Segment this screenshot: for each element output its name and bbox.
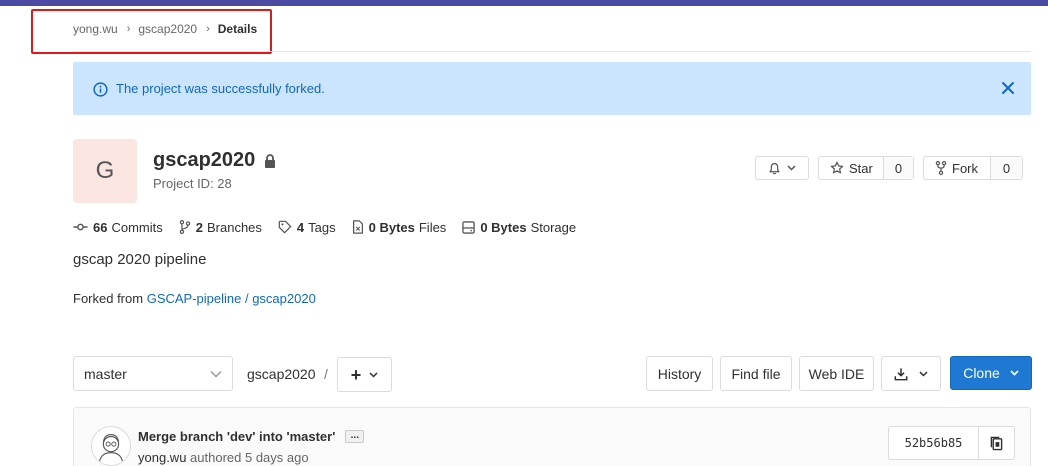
copy-icon (990, 436, 1003, 450)
commit-sha-group: 52b56b85 (888, 426, 1015, 460)
fork-success-alert: The project was successfully forked. (73, 62, 1031, 115)
bell-icon (769, 162, 780, 174)
commit-message[interactable]: Merge branch 'dev' into 'master' (138, 429, 335, 444)
commit-title[interactable]: Merge branch 'dev' into 'master' ... (138, 429, 365, 444)
project-title: gscap2020 (153, 149, 276, 172)
forked-from-info: Forked from GSCAP-pipeline / gscap2020 (73, 291, 316, 306)
project-id: Project ID: 28 (153, 176, 232, 191)
project-stats: 66 Commits 2 Branches 4 Tags 0 Bytes Fil… (73, 218, 592, 236)
forked-from-link[interactable]: GSCAP-pipeline / gscap2020 (147, 291, 316, 306)
branches-count: 2 (195, 219, 203, 235)
info-icon (93, 82, 108, 97)
chevron-down-icon (369, 371, 378, 378)
star-icon (830, 161, 844, 174)
find-file-button[interactable]: Find file (720, 356, 792, 391)
fork-count[interactable]: 0 (990, 157, 1022, 179)
branch-selector-value: master (84, 365, 127, 382)
lock-icon (265, 153, 276, 168)
clone-button[interactable]: Clone (950, 356, 1032, 390)
branch-selector[interactable]: master (73, 356, 233, 391)
files-size: 0 Bytes (368, 219, 415, 235)
commit-author[interactable]: yong.wu (138, 450, 186, 465)
star-button[interactable]: Star 0 (818, 156, 914, 180)
tags-label: Tags (308, 219, 336, 235)
download-dropdown-button[interactable] (881, 356, 941, 391)
files-stat[interactable]: 0 Bytes Files (352, 219, 447, 235)
fork-icon (935, 161, 947, 175)
history-button[interactable]: History (646, 356, 713, 391)
branches-stat[interactable]: 2 Branches (179, 220, 262, 235)
plus-icon: + (350, 364, 362, 385)
tag-icon (278, 220, 292, 234)
tags-stat[interactable]: 4 Tags (278, 220, 336, 235)
star-count[interactable]: 0 (883, 157, 913, 179)
download-icon (894, 367, 908, 380)
storage-size: 0 Bytes (480, 219, 527, 235)
star-label: Star (849, 160, 873, 176)
storage-label: Storage (530, 219, 577, 235)
chevron-down-icon (787, 165, 796, 171)
notification-dropdown-button[interactable] (755, 156, 809, 180)
branch-icon (179, 220, 190, 234)
commit-icon (73, 223, 88, 231)
chevron-down-icon (919, 370, 928, 377)
chevron-down-icon (1010, 370, 1019, 376)
repo-path-root[interactable]: gscap2020 (247, 366, 316, 382)
copy-sha-button[interactable] (979, 427, 1014, 459)
file-icon (352, 220, 363, 234)
forked-from-prefix: Forked from (73, 291, 144, 306)
clone-label: Clone (963, 365, 1000, 381)
close-icon[interactable] (1001, 81, 1015, 95)
commit-authored-time: authored 5 days ago (190, 450, 309, 465)
tags-count: 4 (296, 219, 305, 235)
files-label: Files (418, 219, 447, 235)
fork-label: Fork (952, 160, 978, 176)
commit-meta: yong.wu authored 5 days ago (138, 450, 309, 465)
storage-icon (462, 220, 476, 234)
top-navbar-strip (0, 0, 1048, 6)
last-commit-panel: Merge branch 'dev' into 'master' ... yon… (73, 407, 1031, 466)
project-description: gscap 2020 pipeline (73, 251, 207, 268)
expand-commit-button[interactable]: ... (345, 430, 365, 443)
branches-label: Branches (206, 219, 262, 235)
commit-sha[interactable]: 52b56b85 (889, 427, 979, 459)
commits-label: Commits (111, 219, 163, 235)
alert-message: The project was successfully forked. (116, 81, 325, 96)
project-name: gscap2020 (153, 149, 256, 171)
project-avatar: G (73, 139, 137, 203)
breadcrumb-highlight-box (31, 9, 272, 54)
repo-path-separator: / (324, 366, 328, 382)
fork-button[interactable]: Fork 0 (923, 156, 1023, 180)
chevron-down-icon (210, 370, 222, 378)
storage-stat: 0 Bytes Storage (462, 220, 576, 235)
commits-stat[interactable]: 66 Commits (73, 220, 163, 235)
header-divider (73, 51, 1031, 52)
author-avatar[interactable] (91, 426, 131, 466)
commits-count: 66 (93, 219, 108, 235)
add-to-tree-button[interactable]: + (337, 357, 392, 392)
web-ide-button[interactable]: Web IDE (799, 356, 874, 391)
